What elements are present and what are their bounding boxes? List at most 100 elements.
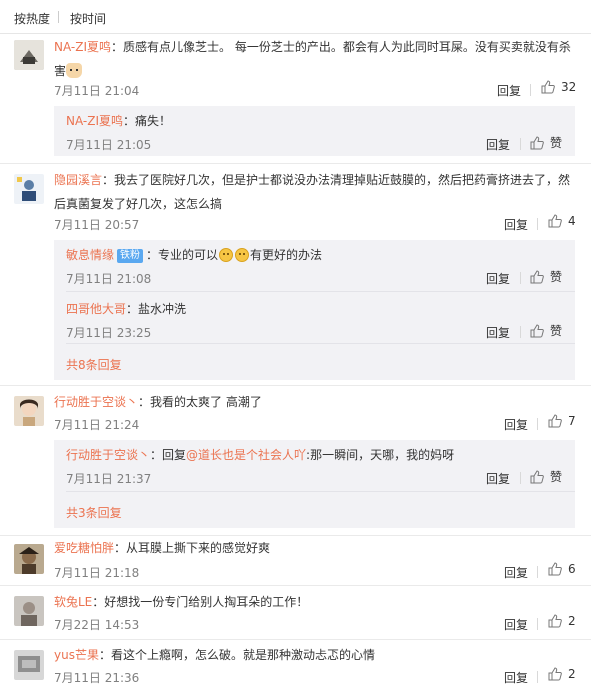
reply-time: 7月11日 21:08 bbox=[66, 272, 152, 286]
reply-body: ：盐水冲洗 bbox=[126, 302, 187, 316]
thumbs-up-icon bbox=[530, 323, 544, 337]
comment-username[interactable]: 软兔LE bbox=[54, 595, 92, 609]
like-button[interactable]: 7 bbox=[548, 414, 576, 428]
reply-button[interactable]: 回复 bbox=[486, 270, 510, 287]
action-divider bbox=[537, 566, 538, 578]
avatar[interactable] bbox=[14, 174, 44, 204]
reply-button[interactable]: 回复 bbox=[486, 470, 510, 487]
comment-body: ：从耳膜上撕下来的感觉好爽 bbox=[114, 541, 271, 555]
reply-body: ：痛失！ bbox=[123, 114, 172, 128]
reply-button[interactable]: 回复 bbox=[486, 324, 510, 341]
more-replies-link[interactable]: 共3条回复 bbox=[66, 504, 122, 521]
like-button[interactable]: 4 bbox=[548, 214, 576, 228]
comment-text: NA-ZI夏鸣：质感有点儿像芝士。 每一份芝士的产出。都会有人为此同时耳屎。没有… bbox=[54, 35, 579, 83]
comment-body-line2: 害 bbox=[54, 64, 67, 78]
like-button[interactable]: 赞 bbox=[530, 134, 562, 151]
like-button[interactable]: 赞 bbox=[530, 322, 562, 339]
like-button[interactable]: 赞 bbox=[530, 468, 562, 485]
reply-box: 敏息情缘 铁粉 ：专业的可以 有更好的办法 7月11日 21:08 回复 赞 四哥他大… bbox=[54, 240, 575, 380]
reply-time: 7月11日 21:05 bbox=[66, 138, 152, 152]
thumbs-up-icon bbox=[530, 269, 544, 283]
reply-box: 行动胜于空谈丶：回复@道长也是个社会人吖:那一瞬间，天哪，我的妈呀 7月11日 … bbox=[54, 440, 575, 528]
avatar[interactable] bbox=[14, 650, 44, 680]
like-count: 2 bbox=[568, 614, 576, 628]
like-button[interactable]: 2 bbox=[548, 667, 576, 681]
reply-body: ：专业的可以 bbox=[146, 248, 219, 262]
reply-text: NA-ZI夏鸣：痛失！ bbox=[66, 112, 566, 130]
like-count: 32 bbox=[561, 80, 577, 94]
reply-text: 行动胜于空谈丶：回复@道长也是个社会人吖:那一瞬间，天哪，我的妈呀 bbox=[66, 446, 566, 464]
action-divider bbox=[520, 472, 521, 484]
cat-emoji-icon bbox=[66, 63, 83, 78]
reply-username[interactable]: 四哥他大哥 bbox=[66, 302, 126, 316]
like-count: 6 bbox=[568, 562, 576, 576]
comment-item: yus芒果：看这个上瘾啊，怎么破。就是那种激动忐忑的心情 7月11日 21:36… bbox=[0, 640, 591, 691]
avatar[interactable] bbox=[14, 396, 44, 426]
reply-button[interactable]: 回复 bbox=[504, 616, 528, 633]
comment-body: ：看这个上瘾啊，怎么破。就是那种激动忐忑的心情 bbox=[98, 648, 375, 662]
sort-bar: 按热度 按时间 bbox=[0, 0, 591, 34]
thumbs-up-icon bbox=[548, 667, 562, 681]
comment-username[interactable]: 隐园溪言 bbox=[54, 173, 102, 187]
reply-item: NA-ZI夏鸣：痛失！ 7月11日 21:05 回复 赞 bbox=[54, 106, 575, 156]
sort-by-time-link[interactable]: 按时间 bbox=[70, 10, 106, 27]
reply-prefix: ：回复 bbox=[150, 448, 187, 462]
like-label: 赞 bbox=[550, 136, 563, 150]
like-button[interactable]: 赞 bbox=[530, 268, 562, 285]
reply-button[interactable]: 回复 bbox=[504, 669, 528, 686]
sort-by-hot-link[interactable]: 按热度 bbox=[14, 10, 50, 27]
like-button[interactable]: 6 bbox=[548, 562, 576, 576]
comment-time: 7月11日 20:57 bbox=[54, 218, 140, 232]
reply-username[interactable]: NA-ZI夏鸣 bbox=[66, 114, 123, 128]
like-button[interactable]: 32 bbox=[541, 80, 576, 94]
like-label: 赞 bbox=[550, 324, 563, 338]
comment-username[interactable]: 爱吃糖怕胖 bbox=[54, 541, 114, 555]
like-count: 7 bbox=[568, 414, 576, 428]
comment-body: ：质感有点儿像芝士。 每一份芝士的产出。都会有人为此同时耳屎。没有买卖就没有杀 bbox=[111, 40, 571, 54]
like-count: 2 bbox=[568, 667, 576, 681]
more-replies-link[interactable]: 共8条回复 bbox=[66, 356, 122, 373]
action-divider bbox=[537, 418, 538, 430]
mention-link[interactable]: @道长也是个社会人吖 bbox=[186, 448, 306, 462]
avatar[interactable] bbox=[14, 596, 44, 626]
comment-username[interactable]: NA-ZI夏鸣 bbox=[54, 40, 111, 54]
smile-emoji-icon bbox=[219, 248, 234, 262]
reply-text: 四哥他大哥：盐水冲洗 bbox=[66, 300, 566, 318]
reply-body-tail: 有更好的办法 bbox=[250, 248, 323, 262]
comment-text: 隐园溪言：我去了医院好几次，但是护士都说没办法清理掉贴近鼓膜的，然后把药膏挤进去… bbox=[54, 168, 579, 216]
thumbs-up-icon bbox=[548, 562, 562, 576]
sort-divider bbox=[58, 11, 59, 23]
reply-button[interactable]: 回复 bbox=[486, 136, 510, 153]
comment-body: ：好想找一份专门给别人掏耳朵的工作！ bbox=[92, 595, 309, 609]
avatar[interactable] bbox=[14, 544, 44, 574]
reply-username[interactable]: 敏息情缘 bbox=[66, 248, 114, 262]
thumbs-up-icon bbox=[548, 214, 562, 228]
reply-button[interactable]: 回复 bbox=[497, 82, 521, 99]
reply-button[interactable]: 回复 bbox=[504, 216, 528, 233]
comment-username[interactable]: 行动胜于空谈丶 bbox=[54, 395, 138, 409]
comment-text: 行动胜于空谈丶：我看的太爽了 高潮了 bbox=[54, 390, 579, 414]
thumbs-up-icon bbox=[541, 80, 555, 94]
action-divider bbox=[520, 326, 521, 338]
reply-button[interactable]: 回复 bbox=[504, 564, 528, 581]
reply-item: 四哥他大哥：盐水冲洗 7月11日 23:25 回复 赞 bbox=[54, 292, 575, 344]
reply-text: 敏息情缘 铁粉 ：专业的可以 有更好的办法 bbox=[66, 246, 566, 264]
comment-time: 7月22日 14:53 bbox=[54, 618, 140, 632]
comment-time: 7月11日 21:36 bbox=[54, 671, 140, 685]
action-divider bbox=[537, 218, 538, 230]
reply-button[interactable]: 回复 bbox=[504, 416, 528, 433]
comment-item: 行动胜于空谈丶：我看的太爽了 高潮了 7月11日 21:24 回复 7 行动胜于… bbox=[0, 386, 591, 536]
avatar[interactable] bbox=[14, 40, 44, 70]
reply-body: :那一瞬间，天哪，我的妈呀 bbox=[306, 448, 455, 462]
comment-item: NA-ZI夏鸣：质感有点儿像芝士。 每一份芝士的产出。都会有人为此同时耳屎。没有… bbox=[0, 34, 591, 164]
reply-username[interactable]: 行动胜于空谈丶 bbox=[66, 448, 150, 462]
comment-item: 隐园溪言：我去了医院好几次，但是护士都说没办法清理掉贴近鼓膜的，然后把药膏挤进去… bbox=[0, 164, 591, 386]
comment-text: yus芒果：看这个上瘾啊，怎么破。就是那种激动忐忑的心情 bbox=[54, 643, 579, 667]
comment-username[interactable]: yus芒果 bbox=[54, 648, 99, 662]
like-button[interactable]: 2 bbox=[548, 614, 576, 628]
action-divider bbox=[520, 272, 521, 284]
action-divider bbox=[520, 138, 521, 150]
like-label: 赞 bbox=[550, 270, 563, 284]
comment-time: 7月11日 21:04 bbox=[54, 84, 140, 98]
comment-time: 7月11日 21:24 bbox=[54, 418, 140, 432]
